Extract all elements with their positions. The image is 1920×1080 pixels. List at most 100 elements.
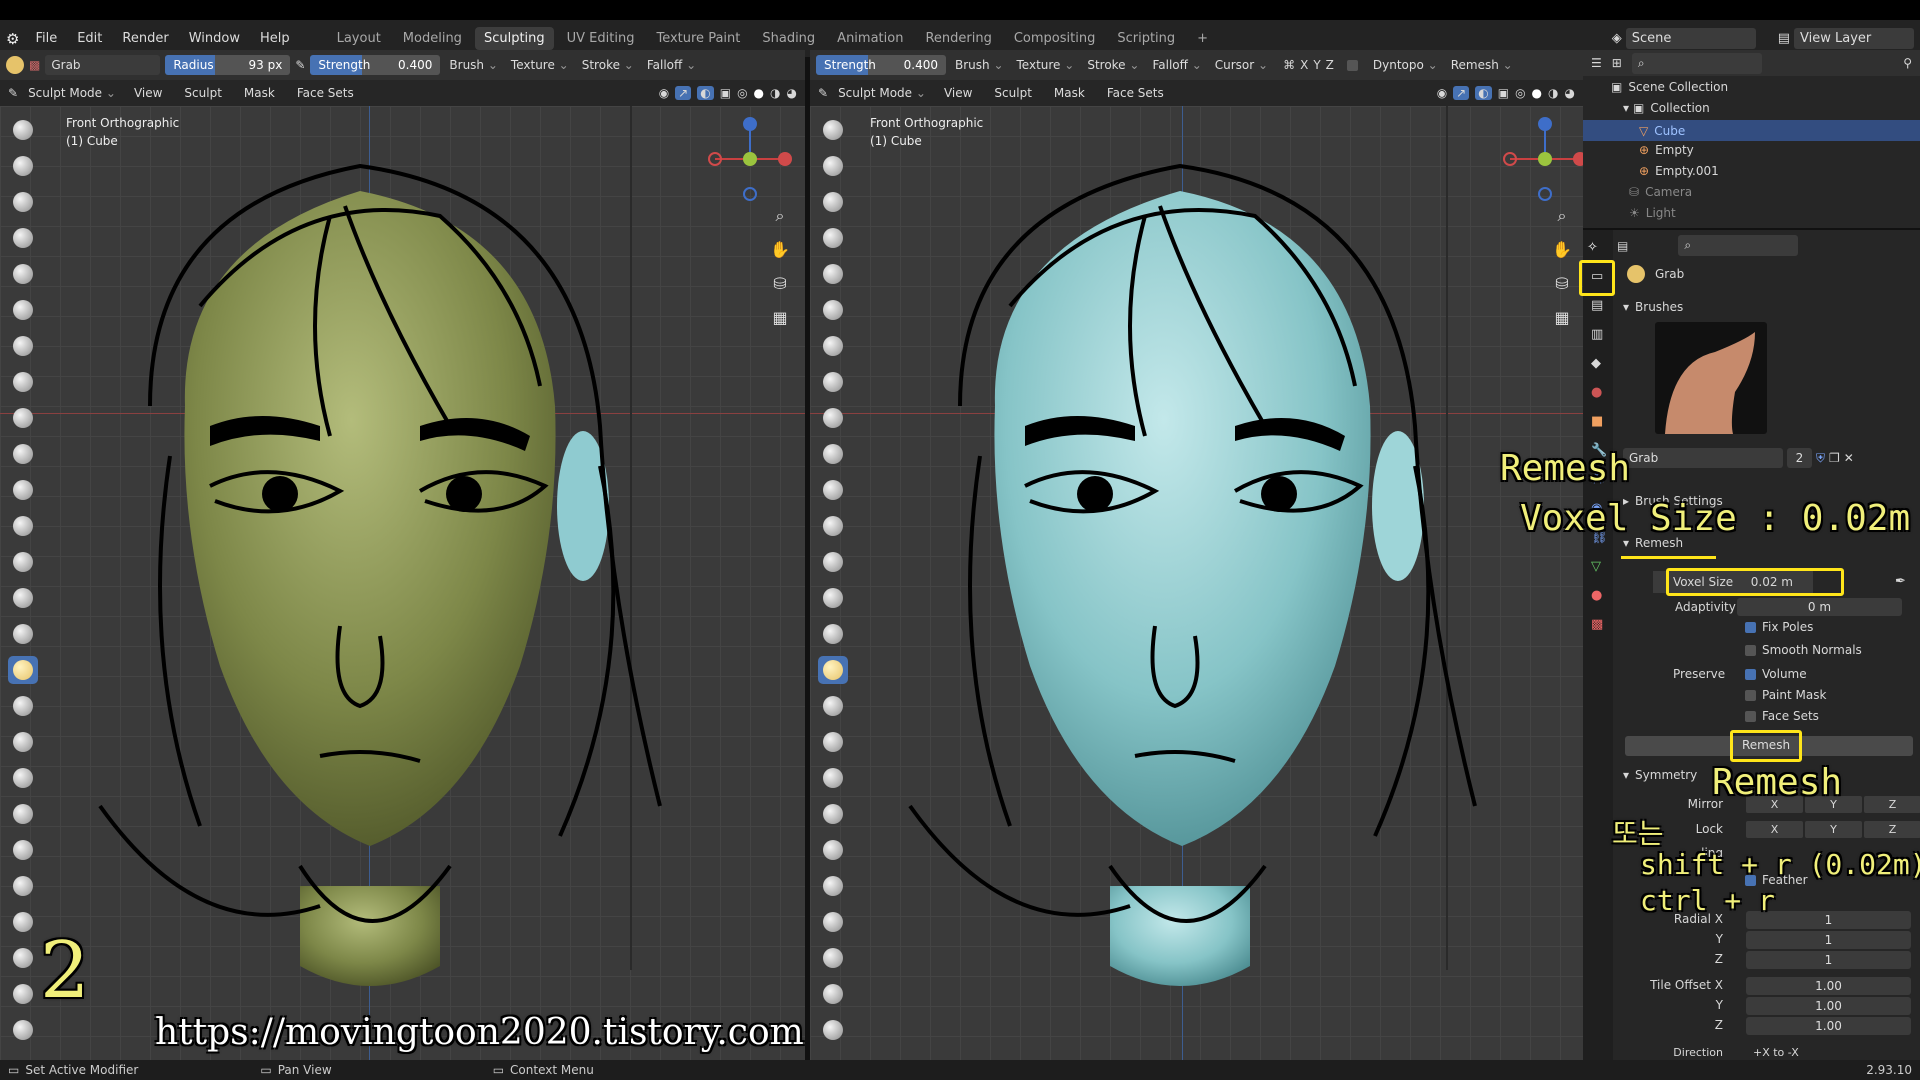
brush-dropdown-right[interactable]: Brush bbox=[951, 56, 1008, 74]
tab-compositing[interactable]: Compositing bbox=[1005, 27, 1105, 50]
outliner-collection[interactable]: ▾ ▣ Collection bbox=[1623, 101, 1710, 115]
mode-dropdown-right[interactable]: Sculpt Mode bbox=[834, 84, 930, 102]
outliner-filter-icon[interactable]: ⊞ bbox=[1612, 56, 1622, 70]
data-tab-icon[interactable]: ▽ bbox=[1591, 559, 1605, 574]
brush-users-count[interactable]: 2 bbox=[1787, 448, 1812, 468]
axis-z-toggle[interactable]: Z bbox=[1326, 58, 1334, 72]
tile-offset-y-field[interactable]: 1.00 bbox=[1746, 997, 1911, 1015]
mode-dropdown[interactable]: Sculpt Mode bbox=[24, 84, 120, 102]
view-menu[interactable]: View bbox=[126, 82, 170, 104]
brush-thumbnail[interactable] bbox=[1655, 322, 1767, 434]
volume-checkbox[interactable]: Volume bbox=[1745, 667, 1807, 681]
menu-render[interactable]: Render bbox=[114, 27, 176, 50]
outliner-scene-collection[interactable]: ▣ Scene Collection bbox=[1611, 80, 1728, 94]
radius-slider[interactable]: Radius 93 px bbox=[165, 55, 291, 75]
strength-slider-right[interactable]: Strength 0.400 bbox=[816, 55, 946, 75]
object-tab-icon[interactable]: ■ bbox=[1591, 414, 1605, 429]
menu-file[interactable]: File bbox=[27, 27, 65, 50]
unlink-icon[interactable]: ✕ bbox=[1844, 451, 1854, 465]
right-viewport[interactable]: Front Orthographic (1) Cube ⌕ ✋ ⛁ ▦ bbox=[810, 106, 1583, 1060]
nav-gizmo-right[interactable] bbox=[1500, 114, 1583, 204]
properties-search-input[interactable]: ⌕ bbox=[1678, 235, 1799, 256]
axis-y-toggle[interactable]: Y bbox=[1313, 58, 1320, 72]
brush-dropdown[interactable]: Brush bbox=[445, 56, 502, 74]
visibility-icon[interactable]: ◉ bbox=[659, 86, 669, 100]
smooth-normals-checkbox[interactable]: Smooth Normals bbox=[1745, 643, 1862, 657]
tile-offset-x-field[interactable]: 1.00 bbox=[1746, 977, 1911, 995]
fake-user-shield-icon[interactable]: ⛨ bbox=[1816, 451, 1825, 466]
outliner-search-input[interactable]: ⌕ bbox=[1631, 52, 1762, 74]
material-shading-icon[interactable]: ◑ bbox=[770, 86, 780, 100]
menu-edit[interactable]: Edit bbox=[69, 27, 110, 50]
mask-menu[interactable]: Mask bbox=[236, 82, 283, 104]
tab-rendering[interactable]: Rendering bbox=[916, 27, 1000, 50]
output-tab-icon[interactable]: ▤ bbox=[1591, 298, 1605, 313]
falloff-dropdown[interactable]: Falloff bbox=[643, 56, 700, 74]
tab-animation[interactable]: Animation bbox=[828, 27, 912, 50]
tab-uv-editing[interactable]: UV Editing bbox=[558, 27, 644, 50]
tab-texture-paint[interactable]: Texture Paint bbox=[647, 27, 749, 50]
material-shading-icon-right[interactable]: ◑ bbox=[1548, 86, 1558, 100]
remesh-dropdown[interactable]: Remesh bbox=[1447, 56, 1517, 74]
eyedropper-icon[interactable]: ✒ bbox=[1895, 574, 1906, 589]
tab-modeling[interactable]: Modeling bbox=[394, 27, 471, 50]
pan-hand-icon[interactable]: ✋ bbox=[768, 240, 792, 262]
grid-icon[interactable]: ▦ bbox=[768, 308, 792, 330]
symmetry-icon[interactable]: ⌘ bbox=[1283, 58, 1295, 72]
menu-window[interactable]: Window bbox=[181, 27, 248, 50]
grid-icon-right[interactable]: ▦ bbox=[1550, 308, 1574, 330]
mask-menu-right[interactable]: Mask bbox=[1046, 82, 1093, 104]
dyntopo-dropdown[interactable]: Dyntopo bbox=[1369, 56, 1442, 74]
paint-mask-checkbox[interactable]: Paint Mask bbox=[1745, 688, 1826, 702]
blender-logo-icon[interactable]: ⚙ bbox=[6, 30, 19, 48]
view-menu-right[interactable]: View bbox=[936, 82, 980, 104]
symmetry-panel-header[interactable]: ▾ Symmetry bbox=[1623, 768, 1697, 782]
falloff-dropdown-right[interactable]: Falloff bbox=[1148, 56, 1205, 74]
camera-icon[interactable]: ⛁ bbox=[768, 274, 792, 296]
visibility-icon-right[interactable]: ◉ bbox=[1437, 86, 1447, 100]
add-workspace-button[interactable]: + bbox=[1188, 27, 1217, 50]
world-tab-icon[interactable]: ● bbox=[1591, 385, 1605, 400]
direction-value[interactable]: +X to -X bbox=[1753, 1046, 1799, 1059]
zoom-icon[interactable]: ⌕ bbox=[768, 206, 792, 228]
lock-x-toggle[interactable]: X bbox=[1746, 821, 1803, 838]
face-sets-checkbox[interactable]: Face Sets bbox=[1745, 709, 1819, 723]
pan-hand-icon-right[interactable]: ✋ bbox=[1550, 240, 1574, 262]
tool-tab-icon[interactable]: ✧ bbox=[1587, 240, 1609, 255]
left-viewport[interactable]: Front Orthographic (1) Cube ⌕ ✋ ⛁ ▦ 2 ht… bbox=[0, 106, 805, 1060]
outliner-type-icon[interactable]: ☰ bbox=[1591, 56, 1602, 70]
solid-shading-icon[interactable]: ● bbox=[754, 86, 764, 100]
wireframe-shading-icon-right[interactable]: ◎ bbox=[1515, 86, 1525, 100]
axis-x-toggle[interactable]: X bbox=[1300, 58, 1308, 72]
stroke-dropdown-right[interactable]: Stroke bbox=[1083, 56, 1143, 74]
editor-type-icon[interactable]: ▤ bbox=[1617, 239, 1628, 253]
render-shading-icon[interactable]: ◕ bbox=[787, 86, 797, 100]
filter-funnel-icon[interactable]: ⚲ bbox=[1903, 56, 1912, 70]
tile-offset-z-field[interactable]: 1.00 bbox=[1746, 1017, 1911, 1035]
outliner-item-light[interactable]: ☀ Light bbox=[1629, 206, 1676, 220]
radial-y-field[interactable]: 1 bbox=[1746, 931, 1911, 949]
nav-gizmo-left[interactable] bbox=[705, 114, 795, 204]
brushes-panel-header[interactable]: ▾ Brushes bbox=[1623, 300, 1683, 314]
menu-help[interactable]: Help bbox=[252, 27, 298, 50]
view-layer-field[interactable]: View Layer bbox=[1794, 28, 1914, 49]
gizmo-toggle-icon[interactable]: ↗ bbox=[675, 86, 692, 100]
outliner-item-camera[interactable]: ⛁ Camera bbox=[1629, 185, 1692, 199]
sculpt-menu[interactable]: Sculpt bbox=[176, 82, 229, 104]
dyntopo-checkbox[interactable] bbox=[1346, 59, 1358, 71]
adaptivity-field[interactable]: 0 m bbox=[1737, 598, 1902, 616]
lock-y-toggle[interactable]: Y bbox=[1805, 821, 1862, 838]
brush-name-field[interactable]: Grab bbox=[45, 55, 161, 75]
duplicate-icon[interactable]: ❐ bbox=[1829, 451, 1840, 465]
material-tab-icon[interactable]: ● bbox=[1591, 588, 1605, 603]
sculpt-menu-right[interactable]: Sculpt bbox=[986, 82, 1039, 104]
outliner-item-cube[interactable]: ▽ Cube bbox=[1583, 120, 1920, 141]
tab-layout[interactable]: Layout bbox=[328, 27, 390, 50]
outliner-item-empty[interactable]: ⊕ Empty bbox=[1639, 143, 1694, 157]
radial-z-field[interactable]: 1 bbox=[1746, 951, 1911, 969]
texture-icon[interactable]: ▩ bbox=[29, 58, 40, 72]
stroke-dropdown[interactable]: Stroke bbox=[578, 56, 638, 74]
mirror-z-toggle[interactable]: Z bbox=[1864, 796, 1920, 813]
overlay-toggle-icon[interactable]: ◐ bbox=[697, 86, 714, 100]
tab-shading[interactable]: Shading bbox=[753, 27, 824, 50]
